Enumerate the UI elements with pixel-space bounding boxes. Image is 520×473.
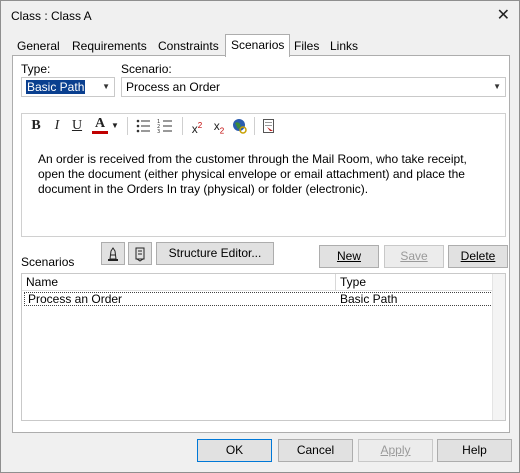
font-color-icon[interactable]: A <box>92 116 108 134</box>
type-combo[interactable]: Basic Path ▼ <box>21 77 115 97</box>
save-button[interactable]: Save <box>384 245 444 268</box>
superscript-icon[interactable]: x2 <box>188 116 206 136</box>
list-scrollbar[interactable] <box>492 274 505 420</box>
column-header-type[interactable]: Type <box>336 274 492 291</box>
column-header-name[interactable]: Name <box>22 274 335 291</box>
chevron-down-icon: ▼ <box>102 82 110 91</box>
class-properties-dialog: Class : Class A ✕ General Requirements C… <box>0 0 520 473</box>
tab-general[interactable]: General <box>12 37 65 56</box>
toolbar-separator <box>254 117 255 135</box>
type-value: Basic Path <box>26 80 86 94</box>
bold-icon[interactable]: B <box>26 116 46 136</box>
scenario-action-button[interactable] <box>128 242 152 265</box>
subscript-mark: 2 <box>219 126 225 136</box>
italic-icon[interactable]: I <box>48 116 66 136</box>
globe-hyperlink-icon[interactable] <box>230 116 250 136</box>
table-row[interactable]: Process an Order Basic Path <box>24 292 493 306</box>
apply-label: Apply <box>380 443 411 457</box>
structure-editor-button[interactable]: Structure Editor... <box>156 242 274 265</box>
tab-files[interactable]: Files <box>289 37 324 56</box>
scenario-description-editor[interactable]: B I U A ▼ 123 x2 x2 An order is received… <box>21 113 506 237</box>
tab-requirements[interactable]: Requirements <box>67 37 152 56</box>
scenarios-label: Scenarios <box>21 255 75 269</box>
bullet-list-icon[interactable] <box>134 116 152 136</box>
type-label: Type: <box>21 62 51 76</box>
scenarios-list[interactable]: Name Type Process an Order Basic Path <box>21 273 506 421</box>
cancel-button[interactable]: Cancel <box>278 439 353 462</box>
chevron-down-icon: ▼ <box>493 82 501 91</box>
close-icon[interactable]: ✕ <box>497 5 510 25</box>
ok-button[interactable]: OK <box>197 439 272 462</box>
svg-text:3: 3 <box>157 129 160 134</box>
tab-constraints[interactable]: Constraints <box>153 37 224 56</box>
underline-icon[interactable]: U <box>68 116 86 136</box>
subscript-icon[interactable]: x2 <box>210 116 228 136</box>
scenario-description-text[interactable]: An order is received from the customer t… <box>38 152 488 197</box>
toolbar-separator <box>127 117 128 135</box>
save-label: Save <box>400 249 428 263</box>
scenario-combo[interactable]: Process an Order ▼ <box>121 77 506 97</box>
document-icon[interactable] <box>259 116 279 136</box>
row-type: Basic Path <box>340 292 398 306</box>
toolbar-separator <box>182 117 183 135</box>
window-title: Class : Class A <box>11 9 92 23</box>
chevron-down-icon[interactable]: ▼ <box>110 116 120 136</box>
title-bar: Class : Class A ✕ <box>1 1 519 31</box>
tab-scenarios[interactable]: Scenarios <box>225 34 291 57</box>
tab-links[interactable]: Links <box>325 37 363 56</box>
help-button[interactable]: Help <box>437 439 512 462</box>
row-name: Process an Order <box>28 292 123 306</box>
delete-label: Delete <box>460 249 496 263</box>
formatting-toolbar: B I U A ▼ 123 x2 x2 <box>22 114 505 138</box>
superscript-mark: 2 <box>197 121 203 130</box>
apply-button[interactable]: Apply <box>358 439 433 462</box>
new-button[interactable]: New <box>319 245 379 268</box>
scenario-action-button[interactable] <box>101 242 125 265</box>
numbered-list-icon[interactable]: 123 <box>156 116 174 136</box>
scenario-label: Scenario: <box>121 62 172 76</box>
scenario-value: Process an Order <box>126 80 221 94</box>
delete-button[interactable]: Delete <box>448 245 508 268</box>
new-label: New <box>336 249 361 263</box>
list-header: Name Type <box>22 274 493 291</box>
